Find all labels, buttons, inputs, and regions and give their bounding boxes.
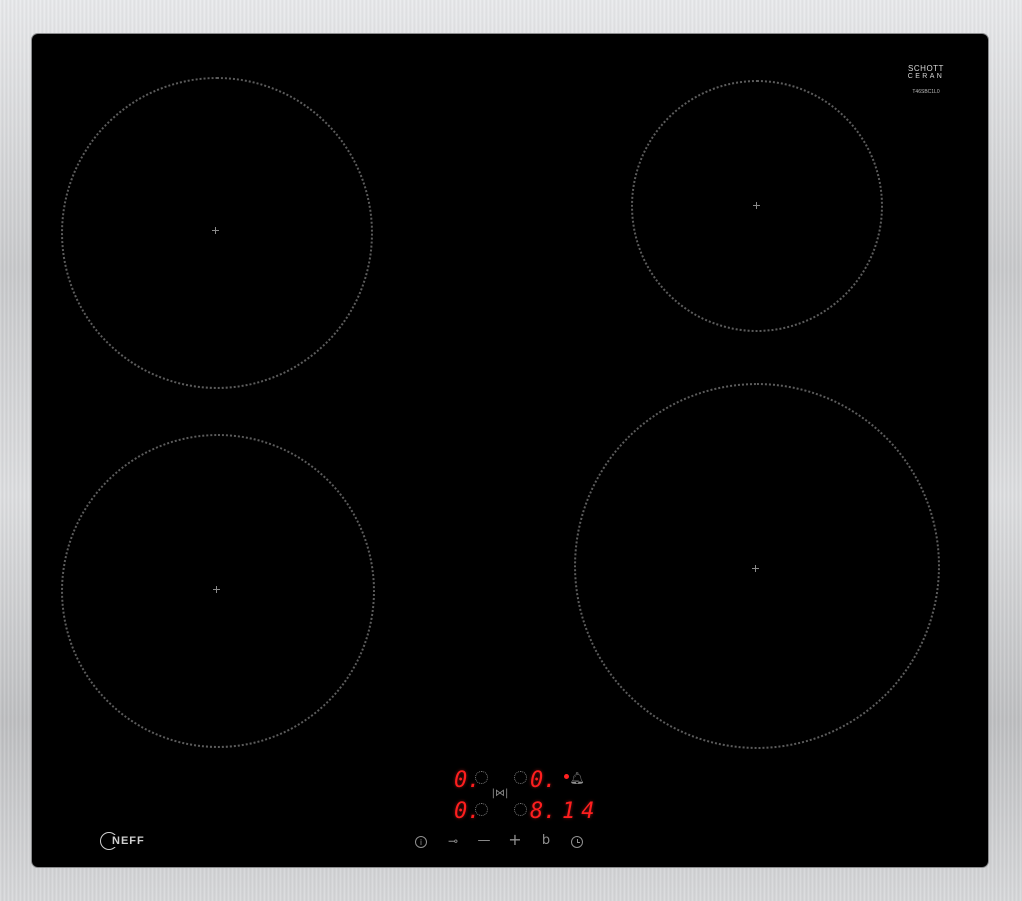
schott-ceran-logo: SCHOTT CERAN T46SBC1L0 — [896, 64, 956, 95]
zone-select-front-left-icon[interactable] — [475, 803, 488, 816]
key-icon[interactable]: ⊸ — [444, 834, 462, 848]
neff-logo: NEFF — [100, 830, 146, 852]
zone-select-rear-left-icon[interactable] — [475, 771, 488, 784]
zone-center-mark — [752, 565, 759, 572]
zone-center-mark — [212, 227, 219, 234]
zone-rear-right-level-display: 0. — [530, 768, 557, 793]
zone-center-mark — [753, 202, 760, 209]
model-code: T46SBC1L0 — [912, 89, 940, 95]
timer-display: 14 — [562, 799, 601, 824]
clock-icon[interactable] — [571, 836, 583, 848]
neff-wordmark: NEFF — [111, 835, 146, 847]
zone-front-right-level-display: 8. — [530, 799, 557, 824]
plus-button[interactable]: + — [506, 832, 524, 848]
bell-icon[interactable]: 🔔︎ — [568, 771, 586, 785]
zone-select-front-right-icon[interactable] — [514, 803, 527, 816]
zone-center-mark — [213, 586, 220, 593]
sync-zones-icon[interactable]: |⋈| — [489, 787, 511, 801]
boost-button[interactable]: b — [537, 834, 555, 848]
glass-maker-line2: CERAN — [907, 73, 945, 80]
minus-button[interactable]: — — [475, 834, 493, 848]
zone-select-rear-right-icon[interactable] — [514, 771, 527, 784]
info-circle-icon[interactable]: i — [415, 836, 427, 848]
glass-maker-line1: SCHOTT — [908, 64, 944, 73]
ceramic-glass-cooktop: SCHOTT CERAN T46SBC1L0 NEFF 0. 0. 🔔︎ |⋈|… — [32, 34, 988, 867]
